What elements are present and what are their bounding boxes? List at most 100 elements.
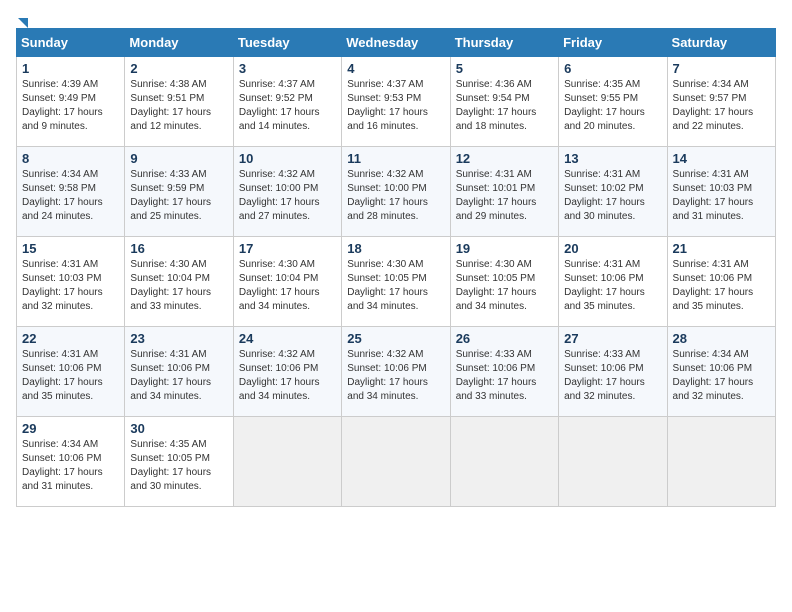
day-info: Sunrise: 4:34 AMSunset: 9:57 PMDaylight:…: [673, 78, 770, 134]
weekday-header-monday: Monday: [125, 29, 233, 57]
day-info: Sunrise: 4:31 AMSunset: 10:06 PMDaylight…: [130, 348, 227, 404]
day-info: Sunrise: 4:34 AMSunset: 10:06 PMDaylight…: [22, 438, 119, 494]
day-info: Sunrise: 4:34 AMSunset: 9:58 PMDaylight:…: [22, 168, 119, 224]
day-number: 13: [564, 151, 661, 166]
calendar-cell: 3 Sunrise: 4:37 AMSunset: 9:52 PMDayligh…: [233, 57, 341, 147]
calendar-cell: 30 Sunrise: 4:35 AMSunset: 10:05 PMDayli…: [125, 417, 233, 507]
calendar-cell: 12 Sunrise: 4:31 AMSunset: 10:01 PMDayli…: [450, 147, 558, 237]
calendar-cell: 8 Sunrise: 4:34 AMSunset: 9:58 PMDayligh…: [17, 147, 125, 237]
day-number: 22: [22, 331, 119, 346]
day-number: 18: [347, 241, 444, 256]
day-number: 16: [130, 241, 227, 256]
day-number: 5: [456, 61, 553, 76]
calendar-cell: 21 Sunrise: 4:31 AMSunset: 10:06 PMDayli…: [667, 237, 775, 327]
day-info: Sunrise: 4:31 AMSunset: 10:06 PMDaylight…: [22, 348, 119, 404]
calendar-cell: 25 Sunrise: 4:32 AMSunset: 10:06 PMDayli…: [342, 327, 450, 417]
day-info: Sunrise: 4:32 AMSunset: 10:06 PMDaylight…: [239, 348, 336, 404]
calendar-cell: [450, 417, 558, 507]
day-info: Sunrise: 4:31 AMSunset: 10:03 PMDaylight…: [22, 258, 119, 314]
day-info: Sunrise: 4:31 AMSunset: 10:02 PMDaylight…: [564, 168, 661, 224]
day-number: 19: [456, 241, 553, 256]
day-number: 10: [239, 151, 336, 166]
day-number: 27: [564, 331, 661, 346]
calendar-cell: 24 Sunrise: 4:32 AMSunset: 10:06 PMDayli…: [233, 327, 341, 417]
day-number: 20: [564, 241, 661, 256]
day-number: 7: [673, 61, 770, 76]
day-info: Sunrise: 4:32 AMSunset: 10:00 PMDaylight…: [239, 168, 336, 224]
day-number: 12: [456, 151, 553, 166]
calendar-cell: 9 Sunrise: 4:33 AMSunset: 9:59 PMDayligh…: [125, 147, 233, 237]
day-number: 1: [22, 61, 119, 76]
day-info: Sunrise: 4:31 AMSunset: 10:06 PMDaylight…: [564, 258, 661, 314]
day-info: Sunrise: 4:37 AMSunset: 9:52 PMDaylight:…: [239, 78, 336, 134]
day-info: Sunrise: 4:33 AMSunset: 10:06 PMDaylight…: [564, 348, 661, 404]
day-number: 17: [239, 241, 336, 256]
calendar-cell: 28 Sunrise: 4:34 AMSunset: 10:06 PMDayli…: [667, 327, 775, 417]
day-number: 23: [130, 331, 227, 346]
day-info: Sunrise: 4:33 AMSunset: 10:06 PMDaylight…: [456, 348, 553, 404]
weekday-header-tuesday: Tuesday: [233, 29, 341, 57]
day-number: 29: [22, 421, 119, 436]
calendar-cell: 2 Sunrise: 4:38 AMSunset: 9:51 PMDayligh…: [125, 57, 233, 147]
day-info: Sunrise: 4:38 AMSunset: 9:51 PMDaylight:…: [130, 78, 227, 134]
calendar-cell: 20 Sunrise: 4:31 AMSunset: 10:06 PMDayli…: [559, 237, 667, 327]
calendar-cell: 27 Sunrise: 4:33 AMSunset: 10:06 PMDayli…: [559, 327, 667, 417]
day-info: Sunrise: 4:32 AMSunset: 10:06 PMDaylight…: [347, 348, 444, 404]
calendar-week-1: 1 Sunrise: 4:39 AMSunset: 9:49 PMDayligh…: [17, 57, 776, 147]
calendar-week-2: 8 Sunrise: 4:34 AMSunset: 9:58 PMDayligh…: [17, 147, 776, 237]
day-info: Sunrise: 4:30 AMSunset: 10:04 PMDaylight…: [130, 258, 227, 314]
day-number: 21: [673, 241, 770, 256]
calendar-cell: 13 Sunrise: 4:31 AMSunset: 10:02 PMDayli…: [559, 147, 667, 237]
weekday-header-sunday: Sunday: [17, 29, 125, 57]
calendar-cell: 19 Sunrise: 4:30 AMSunset: 10:05 PMDayli…: [450, 237, 558, 327]
calendar-cell: 1 Sunrise: 4:39 AMSunset: 9:49 PMDayligh…: [17, 57, 125, 147]
calendar-cell: 11 Sunrise: 4:32 AMSunset: 10:00 PMDayli…: [342, 147, 450, 237]
calendar-cell: 4 Sunrise: 4:37 AMSunset: 9:53 PMDayligh…: [342, 57, 450, 147]
calendar-cell: 15 Sunrise: 4:31 AMSunset: 10:03 PMDayli…: [17, 237, 125, 327]
day-number: 2: [130, 61, 227, 76]
day-number: 26: [456, 331, 553, 346]
day-info: Sunrise: 4:30 AMSunset: 10:04 PMDaylight…: [239, 258, 336, 314]
calendar-cell: 10 Sunrise: 4:32 AMSunset: 10:00 PMDayli…: [233, 147, 341, 237]
day-number: 24: [239, 331, 336, 346]
day-number: 25: [347, 331, 444, 346]
day-info: Sunrise: 4:39 AMSunset: 9:49 PMDaylight:…: [22, 78, 119, 134]
calendar-cell: 6 Sunrise: 4:35 AMSunset: 9:55 PMDayligh…: [559, 57, 667, 147]
day-info: Sunrise: 4:34 AMSunset: 10:06 PMDaylight…: [673, 348, 770, 404]
weekday-header-friday: Friday: [559, 29, 667, 57]
calendar-cell: 5 Sunrise: 4:36 AMSunset: 9:54 PMDayligh…: [450, 57, 558, 147]
day-number: 4: [347, 61, 444, 76]
logo-arrow-icon: [14, 14, 32, 32]
calendar-cell: 22 Sunrise: 4:31 AMSunset: 10:06 PMDayli…: [17, 327, 125, 417]
day-info: Sunrise: 4:31 AMSunset: 10:03 PMDaylight…: [673, 168, 770, 224]
day-info: Sunrise: 4:30 AMSunset: 10:05 PMDaylight…: [347, 258, 444, 314]
day-info: Sunrise: 4:36 AMSunset: 9:54 PMDaylight:…: [456, 78, 553, 134]
day-info: Sunrise: 4:33 AMSunset: 9:59 PMDaylight:…: [130, 168, 227, 224]
day-info: Sunrise: 4:32 AMSunset: 10:00 PMDaylight…: [347, 168, 444, 224]
weekday-header-thursday: Thursday: [450, 29, 558, 57]
calendar-cell: [559, 417, 667, 507]
calendar-cell: 17 Sunrise: 4:30 AMSunset: 10:04 PMDayli…: [233, 237, 341, 327]
calendar-cell: [233, 417, 341, 507]
day-info: Sunrise: 4:37 AMSunset: 9:53 PMDaylight:…: [347, 78, 444, 134]
calendar-cell: [342, 417, 450, 507]
calendar-cell: [667, 417, 775, 507]
day-number: 3: [239, 61, 336, 76]
day-number: 9: [130, 151, 227, 166]
weekday-header-wednesday: Wednesday: [342, 29, 450, 57]
day-number: 28: [673, 331, 770, 346]
day-info: Sunrise: 4:31 AMSunset: 10:06 PMDaylight…: [673, 258, 770, 314]
day-number: 30: [130, 421, 227, 436]
calendar-week-3: 15 Sunrise: 4:31 AMSunset: 10:03 PMDayli…: [17, 237, 776, 327]
calendar-cell: 16 Sunrise: 4:30 AMSunset: 10:04 PMDayli…: [125, 237, 233, 327]
day-number: 11: [347, 151, 444, 166]
calendar-week-5: 29 Sunrise: 4:34 AMSunset: 10:06 PMDayli…: [17, 417, 776, 507]
calendar-cell: 26 Sunrise: 4:33 AMSunset: 10:06 PMDayli…: [450, 327, 558, 417]
day-number: 8: [22, 151, 119, 166]
weekday-header-saturday: Saturday: [667, 29, 775, 57]
calendar-table: SundayMondayTuesdayWednesdayThursdayFrid…: [16, 28, 776, 507]
calendar-cell: 23 Sunrise: 4:31 AMSunset: 10:06 PMDayli…: [125, 327, 233, 417]
day-number: 15: [22, 241, 119, 256]
calendar-cell: 29 Sunrise: 4:34 AMSunset: 10:06 PMDayli…: [17, 417, 125, 507]
day-info: Sunrise: 4:30 AMSunset: 10:05 PMDaylight…: [456, 258, 553, 314]
